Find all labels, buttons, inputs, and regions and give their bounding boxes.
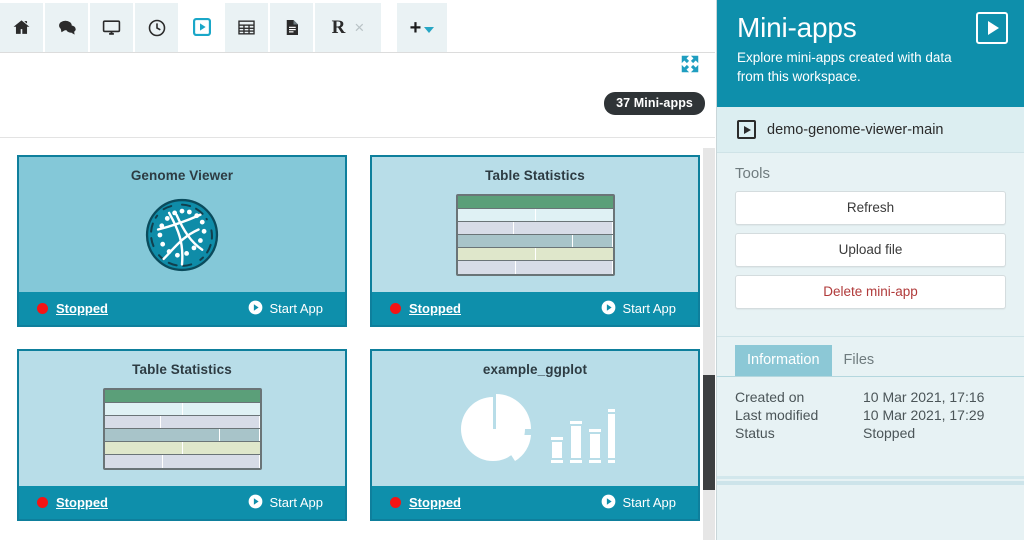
play-triangle-icon xyxy=(744,126,751,134)
tab-r-session[interactable]: R × xyxy=(315,3,383,52)
tab-history[interactable] xyxy=(135,3,180,52)
start-app-label: Start App xyxy=(270,301,323,316)
mini-app-card-footer: Stopped Start App xyxy=(19,292,345,325)
tools-section: Tools Refresh Upload file Delete mini-ap… xyxy=(717,153,1024,331)
sidebar-header: Mini-apps Explore mini-apps created with… xyxy=(717,0,1024,107)
chevron-down-icon[interactable] xyxy=(424,27,434,33)
tab-r-label: R xyxy=(332,18,346,37)
selected-mini-app-row[interactable]: demo-genome-viewer-main xyxy=(717,107,1024,153)
start-app-label: Start App xyxy=(623,495,676,510)
play-circle-icon xyxy=(601,300,616,318)
status-dot-icon xyxy=(37,497,48,508)
status-label[interactable]: Stopped xyxy=(409,301,461,316)
info-value-status: Stopped xyxy=(863,425,1024,441)
mini-app-card-title: Table Statistics xyxy=(19,351,345,377)
mini-apps-sidebar: Mini-apps Explore mini-apps created with… xyxy=(716,0,1024,540)
add-tab-button[interactable]: + xyxy=(397,3,449,52)
mini-apps-screen: R × + 37 Mini-apps xyxy=(0,0,1024,540)
play-box-icon xyxy=(737,120,756,139)
info-value-last-modified: 10 Mar 2021, 17:29 xyxy=(863,407,1024,423)
monitor-icon xyxy=(101,18,122,37)
mini-app-card-footer: Stopped Start App xyxy=(372,486,698,519)
sidebar-bottom-rule-bottom xyxy=(717,481,1024,485)
clock-icon xyxy=(147,18,167,38)
play-circle-icon xyxy=(601,494,616,512)
mini-app-status[interactable]: Stopped xyxy=(37,301,108,316)
selected-mini-app-name: demo-genome-viewer-main xyxy=(767,122,944,138)
play-circle-icon xyxy=(248,494,263,512)
expand-icon[interactable] xyxy=(679,53,701,75)
sidebar-subtitle: Explore mini-apps created with data from… xyxy=(737,49,967,85)
sidebar-bottom-rule-top xyxy=(717,476,1024,479)
tab-mini-apps[interactable] xyxy=(180,3,225,52)
table-icon xyxy=(237,18,256,37)
mini-app-card-title: example_ggplot xyxy=(372,351,698,377)
vertical-scrollbar[interactable] xyxy=(703,148,715,540)
refresh-button[interactable]: Refresh xyxy=(735,191,1006,225)
play-triangle-icon xyxy=(988,21,999,35)
home-icon xyxy=(12,18,31,37)
status-dot-icon xyxy=(390,303,401,314)
mini-app-status[interactable]: Stopped xyxy=(37,495,108,510)
start-app-button[interactable]: Start App xyxy=(248,494,323,512)
tab-documents[interactable] xyxy=(270,3,315,52)
mini-app-status[interactable]: Stopped xyxy=(390,301,461,316)
table-graphic-icon xyxy=(372,183,698,292)
mini-app-card-title: Table Statistics xyxy=(372,157,698,183)
info-value-created-on: 10 Mar 2021, 17:16 xyxy=(863,389,1024,405)
status-dot-icon xyxy=(37,303,48,314)
main-pane: R × + 37 Mini-apps xyxy=(0,0,715,540)
status-label[interactable]: Stopped xyxy=(409,495,461,510)
content-toolbar: 37 Mini-apps xyxy=(0,53,715,138)
tab-chat[interactable] xyxy=(45,3,90,52)
play-box-icon xyxy=(192,17,212,37)
plus-icon: + xyxy=(410,18,422,38)
tab-home[interactable] xyxy=(0,3,45,52)
mini-app-card[interactable]: example_ggplot xyxy=(370,349,700,521)
mini-apps-grid: Genome Viewer xyxy=(0,139,715,521)
mini-apps-grid-scroll[interactable]: Genome Viewer xyxy=(0,139,715,540)
vertical-scrollbar-thumb[interactable] xyxy=(703,375,715,490)
chart-graphic-icon xyxy=(372,377,698,486)
tools-heading: Tools xyxy=(735,165,1006,182)
mini-app-card[interactable]: Genome Viewer xyxy=(17,155,347,327)
upload-file-button[interactable]: Upload file xyxy=(735,233,1006,267)
status-label[interactable]: Stopped xyxy=(56,301,108,316)
status-label[interactable]: Stopped xyxy=(56,495,108,510)
information-panel: Created on 10 Mar 2021, 17:16 Last modif… xyxy=(717,377,1024,441)
start-app-button[interactable]: Start App xyxy=(248,300,323,318)
info-key-created-on: Created on xyxy=(735,389,863,405)
mini-app-card-footer: Stopped Start App xyxy=(372,292,698,325)
close-icon[interactable]: × xyxy=(354,19,364,36)
tab-files[interactable]: Files xyxy=(832,345,887,376)
page-title: Mini-apps xyxy=(737,13,1004,42)
start-app-button[interactable]: Start App xyxy=(601,494,676,512)
table-graphic-icon xyxy=(19,377,345,486)
genome-graphic-icon xyxy=(19,183,345,292)
tab-monitor[interactable] xyxy=(90,3,135,52)
status-dot-icon xyxy=(390,497,401,508)
mini-app-card[interactable]: Table Statistics xyxy=(370,155,700,327)
mini-app-card-title: Genome Viewer xyxy=(19,157,345,183)
chat-icon xyxy=(57,18,77,37)
document-icon xyxy=(283,18,301,37)
tab-strip: R × + xyxy=(0,0,715,53)
info-key-status: Status xyxy=(735,425,863,441)
mini-app-card-footer: Stopped Start App xyxy=(19,486,345,519)
tab-tables[interactable] xyxy=(225,3,270,52)
play-box-icon xyxy=(976,12,1008,44)
tab-information[interactable]: Information xyxy=(735,345,832,376)
start-app-button[interactable]: Start App xyxy=(601,300,676,318)
info-key-last-modified: Last modified xyxy=(735,407,863,423)
play-circle-icon xyxy=(248,300,263,318)
mini-apps-count-badge: 37 Mini-apps xyxy=(604,92,705,115)
start-app-label: Start App xyxy=(623,301,676,316)
delete-mini-app-button[interactable]: Delete mini-app xyxy=(735,275,1006,309)
sidebar-tabs: Information Files xyxy=(717,337,1024,377)
mini-app-card[interactable]: Table Statistics xyxy=(17,349,347,521)
mini-app-status[interactable]: Stopped xyxy=(390,495,461,510)
start-app-label: Start App xyxy=(270,495,323,510)
